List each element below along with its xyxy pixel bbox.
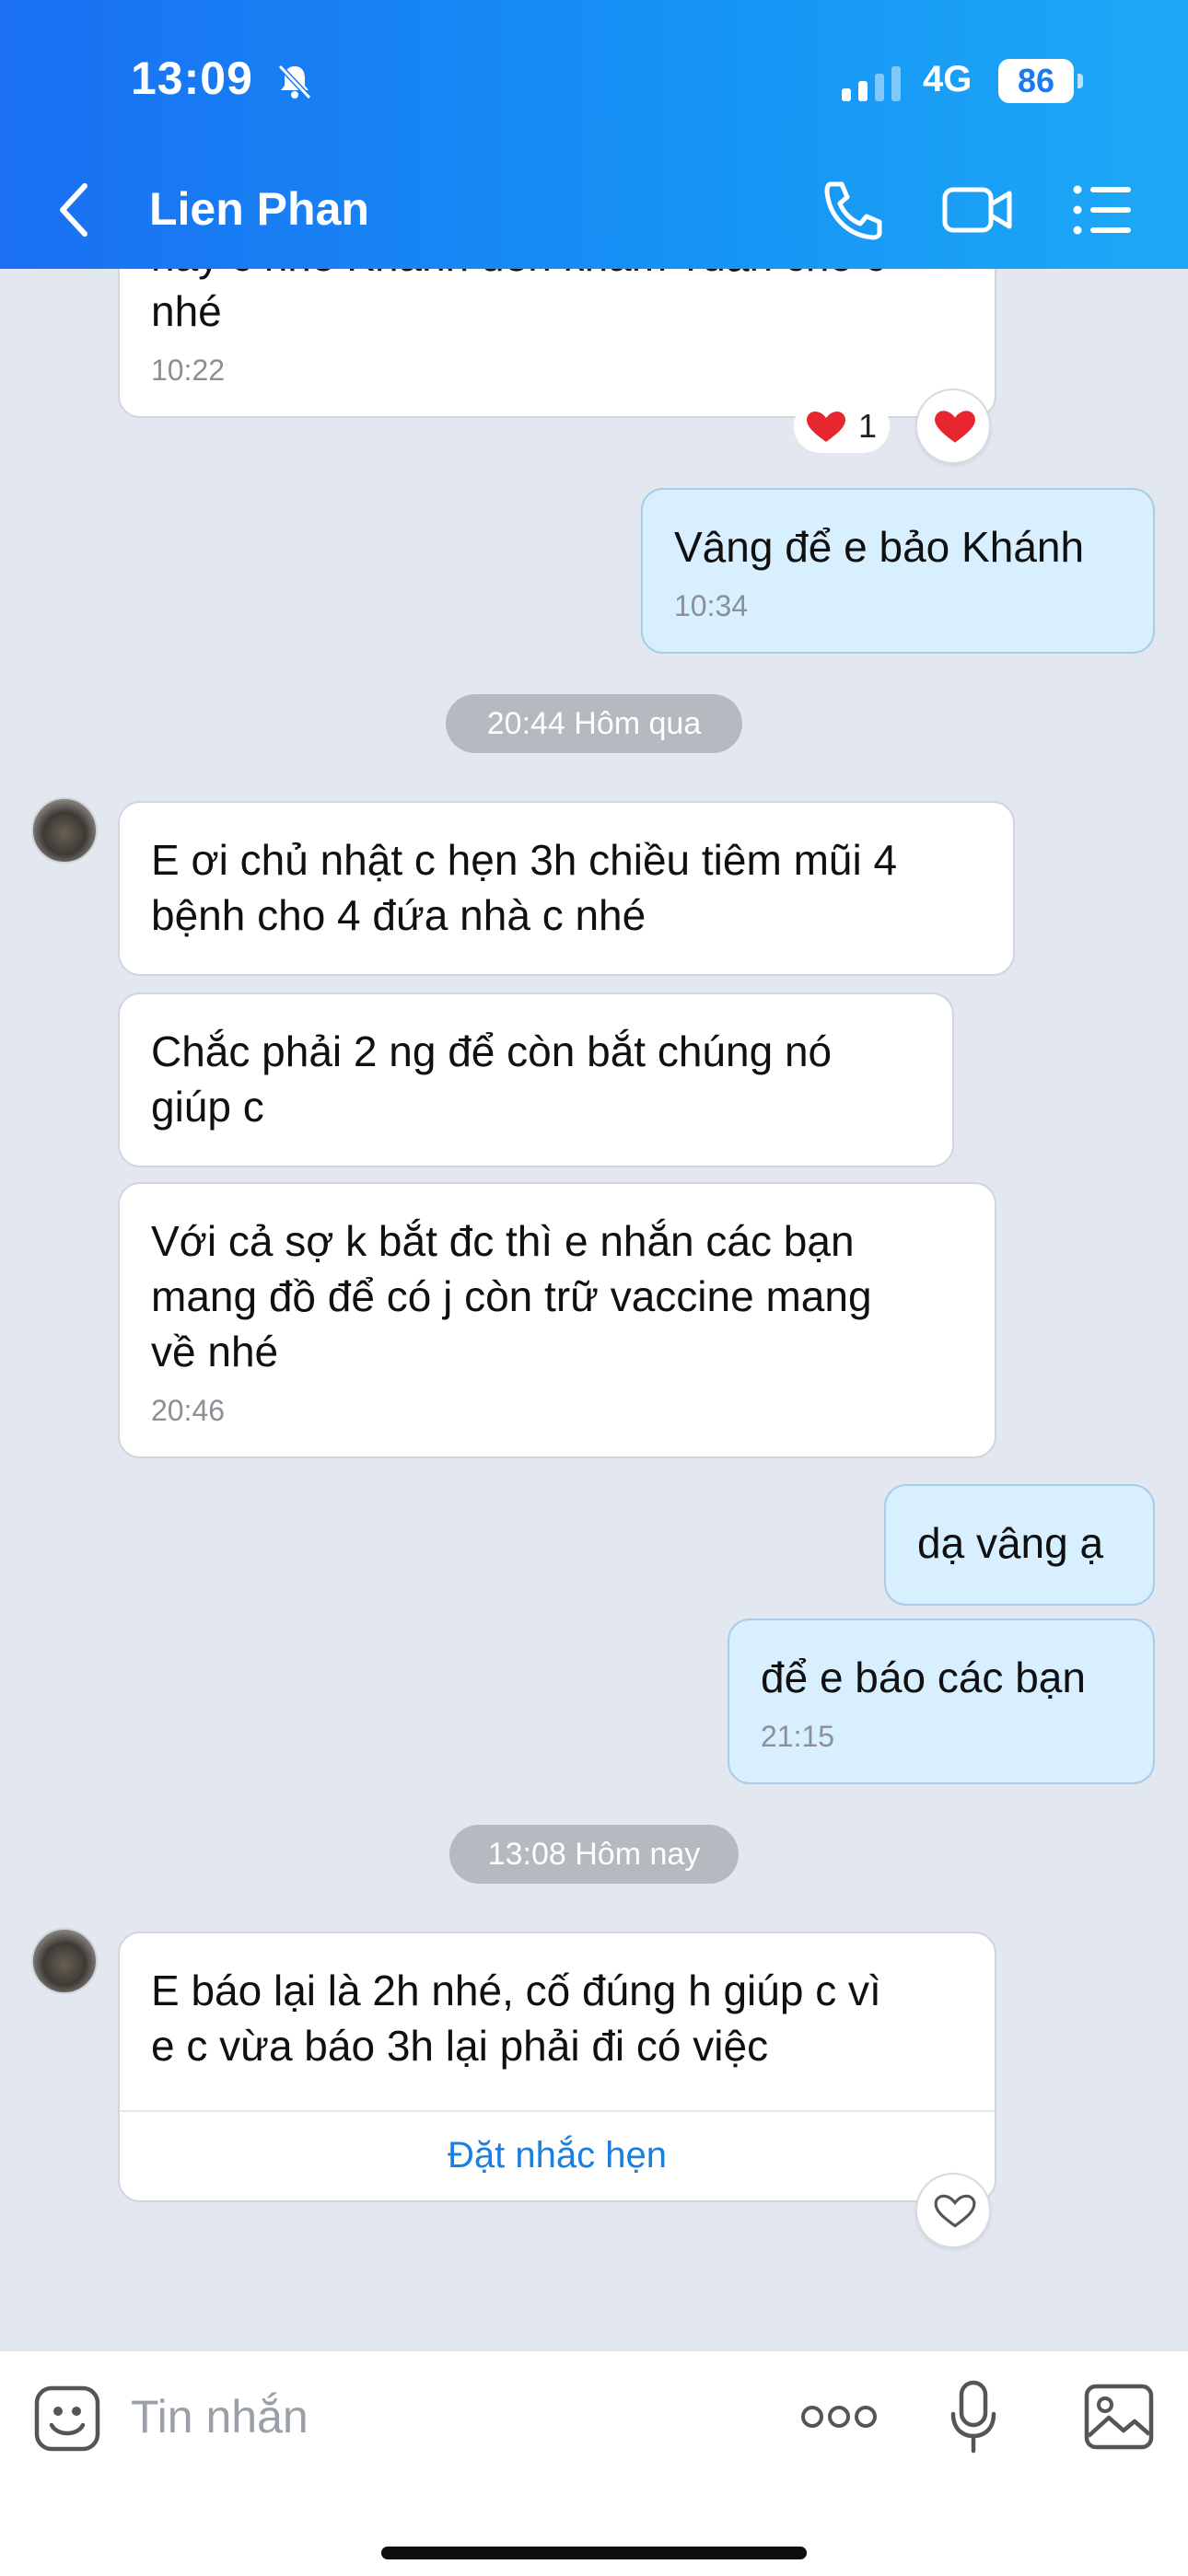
battery-level: 86	[998, 59, 1074, 103]
battery-tip	[1077, 74, 1083, 88]
date-separator: 20:44 Hôm qua	[446, 694, 742, 753]
message-text: e c vừa báo 3h lại phải đi có việc	[151, 2022, 769, 2070]
message-bubble-sent[interactable]: để e báo các bạn 21:15	[728, 1619, 1155, 1784]
message-text: về nhé	[151, 1328, 279, 1375]
heart-outline-icon	[934, 2194, 976, 2228]
reaction-button[interactable]	[915, 389, 991, 464]
message-text: E báo lại là 2h nhé, cố đúng h giúp c vì	[151, 1967, 881, 2014]
message-time: 21:15	[761, 1720, 835, 1753]
message-text: để e báo các bạn	[761, 1654, 1086, 1701]
reaction-button[interactable]	[915, 2173, 991, 2248]
phone-icon[interactable]	[816, 179, 890, 241]
message-time: 20:46	[151, 1394, 226, 1427]
heart-icon	[807, 412, 845, 442]
set-reminder-link[interactable]: Đặt nhắc hẹn	[118, 2114, 996, 2197]
mic-icon[interactable]	[949, 2379, 998, 2456]
heart-icon	[935, 411, 975, 443]
status-time: 13:09	[131, 52, 253, 104]
message-text: Vâng để e bảo Khánh	[674, 523, 1085, 571]
message-bubble-sent[interactable]: Vâng để e bảo Khánh 10:34	[641, 488, 1155, 654]
signal-icon	[842, 66, 901, 101]
message-bubble-received[interactable]: Chắc phải 2 ng để còn bắt chúng nó giúp …	[118, 992, 954, 1167]
image-icon[interactable]	[1083, 2383, 1155, 2451]
message-bubble-received[interactable]: E ơi chủ nhật c hẹn 3h chiều tiêm mũi 4 …	[118, 801, 1015, 976]
date-separator: 13:08 Hôm nay	[449, 1825, 739, 1884]
bell-muted-icon	[277, 64, 312, 100]
video-icon[interactable]	[941, 179, 1015, 241]
message-text: giúp c	[151, 1083, 264, 1131]
home-indicator	[381, 2547, 807, 2559]
battery-indicator: 86	[998, 59, 1083, 105]
emoji-icon[interactable]	[33, 2385, 101, 2453]
message-input[interactable]: Tin nhắn	[131, 2390, 309, 2443]
reaction-summary[interactable]: 1	[794, 400, 890, 453]
reaction-count: 1	[858, 407, 878, 445]
more-icon[interactable]	[801, 2401, 877, 2432]
message-time: 10:34	[674, 589, 749, 622]
message-bubble-sent[interactable]: dạ vâng ạ	[884, 1484, 1155, 1606]
message-input-bar: Tin nhắn	[0, 2350, 1188, 2576]
message-text: E ơi chủ nhật c hẹn 3h chiều tiêm mũi 4	[151, 836, 898, 884]
avatar[interactable]	[31, 1928, 98, 1994]
message-text: Chắc phải 2 ng để còn bắt chúng nó	[151, 1027, 833, 1075]
menu-list-icon[interactable]	[1068, 179, 1142, 241]
message-text: bệnh cho 4 đứa nhà c nhé	[151, 891, 646, 939]
app-header: 13:09 4G 86 Lien Phan	[0, 0, 1188, 269]
back-arrow-icon[interactable]	[55, 180, 92, 239]
network-type: 4G	[923, 59, 973, 99]
bubble-divider	[120, 2110, 995, 2112]
message-time: 10:22	[151, 354, 226, 387]
message-text: dạ vâng ạ	[917, 1519, 1104, 1567]
message-bubble-received[interactable]: Với cả sợ k bắt đc thì e nhắn các bạn ma…	[118, 1182, 996, 1458]
message-text: nhé	[151, 287, 222, 335]
avatar[interactable]	[31, 797, 98, 864]
message-text: mang đồ để có j còn trữ vaccine mang	[151, 1272, 872, 1320]
contact-name[interactable]: Lien Phan	[149, 182, 369, 236]
message-text: Với cả sợ k bắt đc thì e nhắn các bạn	[151, 1217, 855, 1265]
